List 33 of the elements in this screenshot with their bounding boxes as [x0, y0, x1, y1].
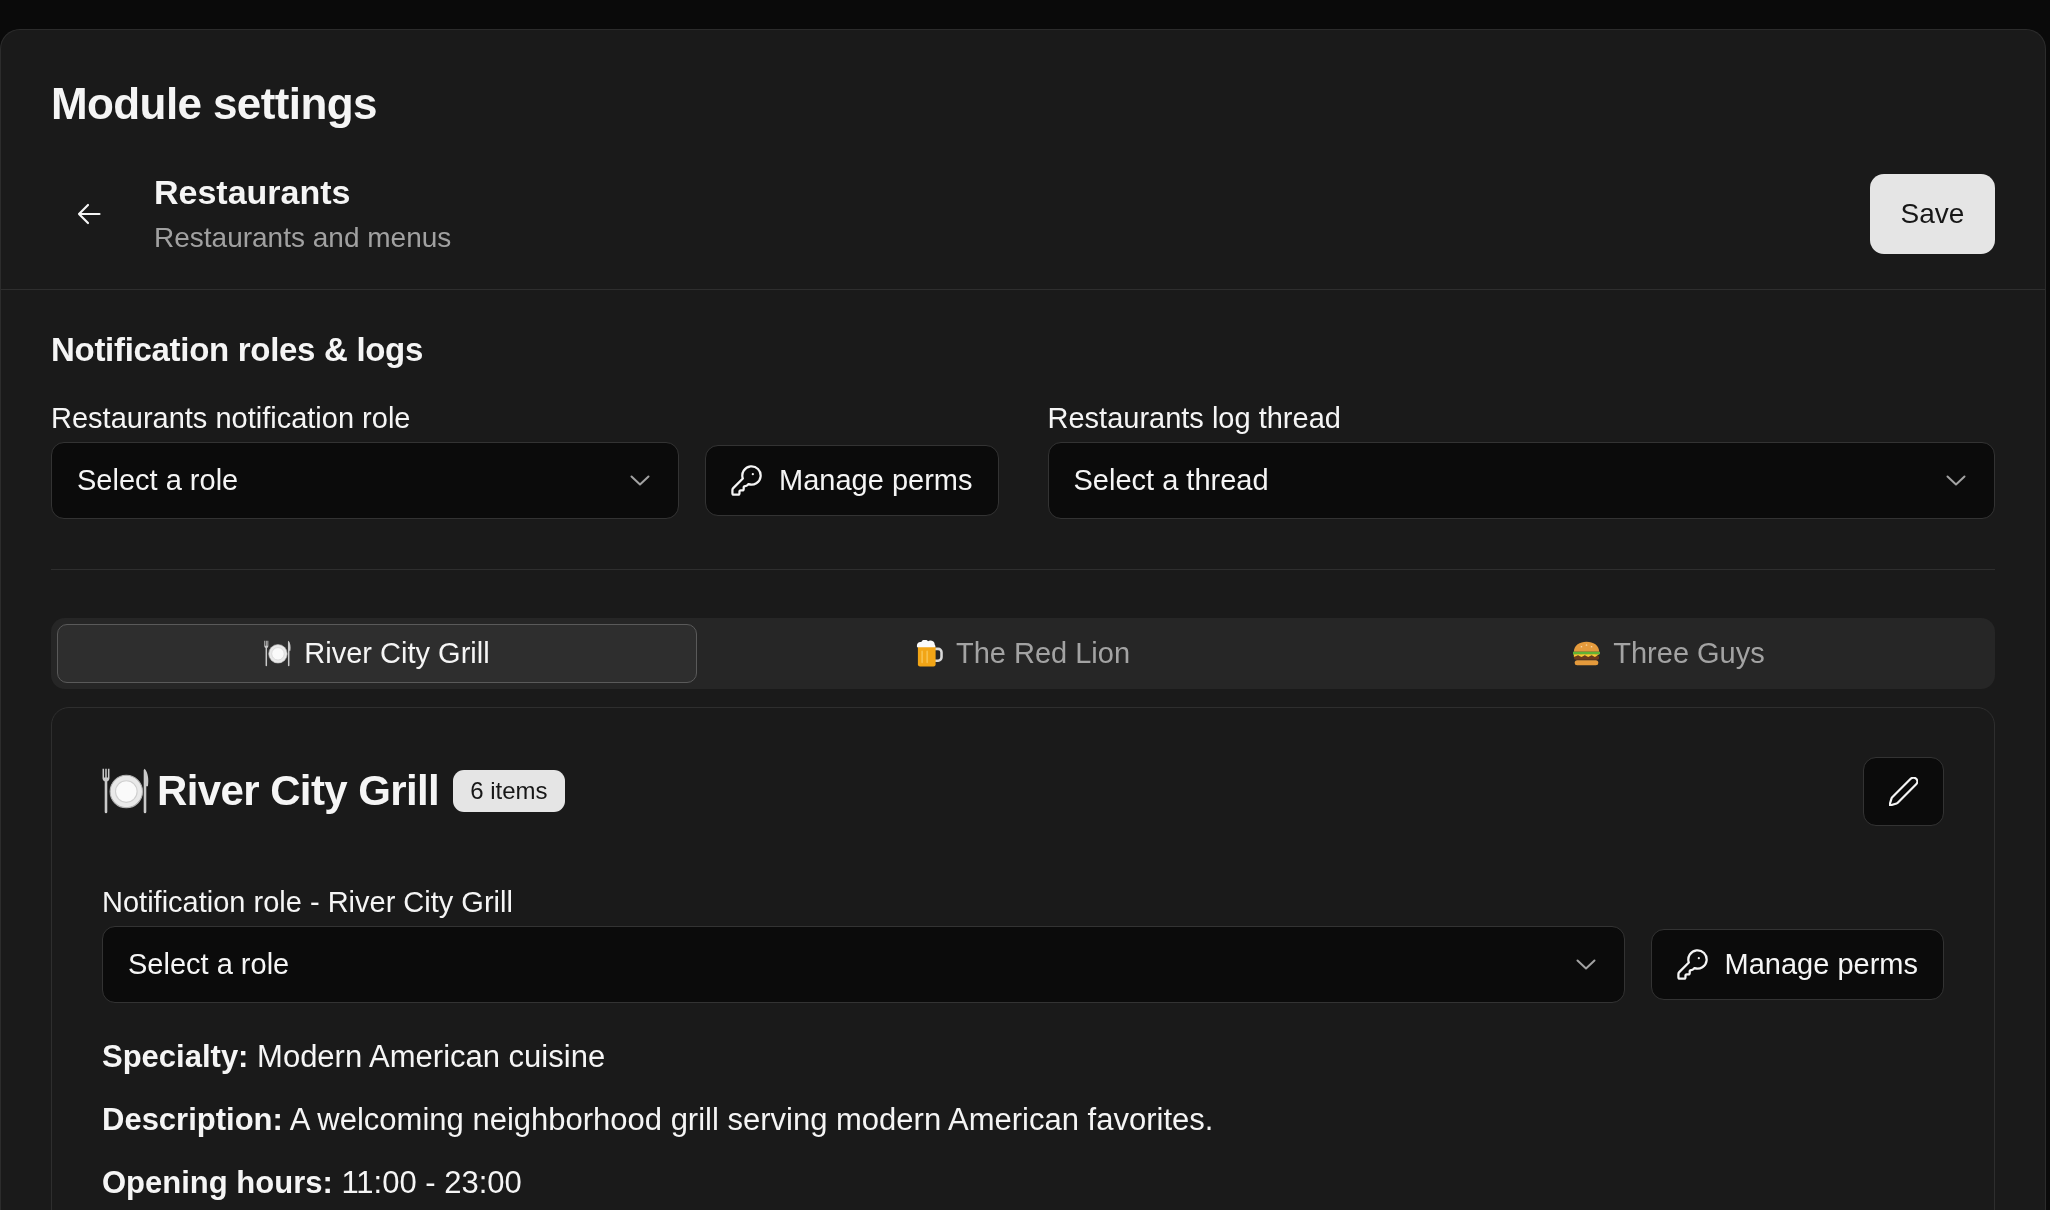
field-label: Restaurants log thread: [1047, 401, 1342, 435]
save-button[interactable]: Save: [1870, 174, 1995, 254]
key-icon: [1676, 948, 1708, 980]
item-count-badge: 6 items: [453, 770, 565, 812]
key-icon: [731, 465, 763, 496]
restaurant-tab[interactable]: The Red Lion: [703, 624, 1343, 683]
plate-with-cutlery-icon: [264, 640, 292, 667]
module-name: Restaurants: [154, 172, 352, 212]
pencil-icon: [1889, 776, 1918, 806]
chevron-down-icon: [1946, 475, 1966, 486]
chevron-down-icon: [1575, 958, 1596, 970]
detail-text: Specialty: Modern American cuisine: [102, 1038, 607, 1075]
page-title: Module settings: [51, 78, 378, 130]
restaurant-name: River City Grill: [157, 766, 440, 816]
beer-mug-icon: [915, 640, 943, 667]
restaurant-tab[interactable]: River City Grill: [57, 624, 697, 683]
restaurant-tab[interactable]: Three Guys: [1349, 624, 1989, 683]
chevron-down-icon: [630, 475, 651, 486]
burger-icon: [1573, 640, 1601, 667]
detail-text: Opening hours: 11:00 - 23:00: [102, 1164, 523, 1201]
section-title: Notification roles & logs: [51, 330, 425, 370]
back-arrow-icon[interactable]: [77, 203, 101, 225]
plate-with-cutlery-icon: [102, 768, 149, 814]
role-select[interactable]: Select a role: [51, 442, 680, 519]
role-select[interactable]: Select a role: [102, 925, 1625, 1003]
manage-perms-button[interactable]: Manage perms: [1650, 928, 1944, 1000]
detail-text: Description: A welcoming neighborhood grill serving modern American favorites.: [102, 1101, 1215, 1138]
edit-button[interactable]: [1863, 756, 1944, 826]
field-label: Restaurants notification role: [51, 401, 412, 435]
thread-select[interactable]: Select a thread: [1047, 442, 1995, 519]
manage-perms-button[interactable]: Manage perms: [705, 445, 999, 516]
module-description: Restaurants and menus: [154, 221, 453, 255]
field-label: Notification role - River City Grill: [102, 884, 514, 919]
